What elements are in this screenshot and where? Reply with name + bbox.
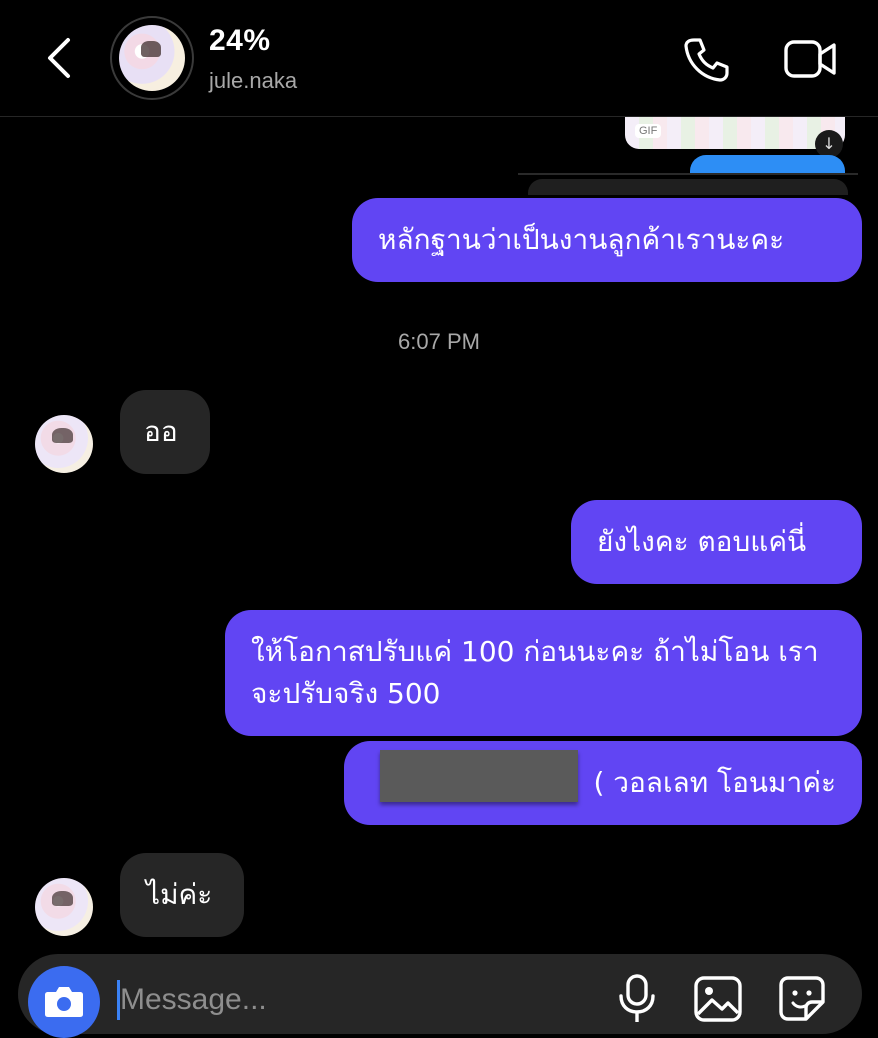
redaction-box [380,750,578,802]
mic-icon [619,974,655,1022]
video-icon [784,40,836,78]
download-icon[interactable]: ↓ [815,130,843,158]
reply-preview-partial [528,179,848,195]
message-bubble-outgoing[interactable]: ยังไงคะ ตอบแค่นี่ [571,500,862,584]
back-icon [48,38,70,78]
message-bubble-outgoing[interactable]: ให้โอกาสปรับแค่ 100 ก่อนนะคะ ถ้าไม่โอน เ… [225,610,862,736]
voice-message-button[interactable] [615,972,659,1024]
gallery-icon [694,976,742,1022]
sticker-button[interactable] [776,972,828,1024]
chat-title[interactable]: 24% [209,24,271,58]
divider [518,173,858,175]
message-input[interactable] [120,976,580,1024]
message-thread[interactable]: GIF ↓ หลักฐานว่าเป็นงานลูกค้าเรานะคะ 6:0… [0,117,878,952]
gallery-button[interactable] [692,972,744,1024]
video-call-button[interactable] [782,34,838,84]
sender-avatar[interactable] [35,878,93,936]
camera-button[interactable] [28,966,100,1038]
voice-call-button[interactable] [680,34,732,84]
message-bubble-incoming[interactable]: ออ [120,390,210,474]
message-timestamp: 6:07 PM [398,329,480,354]
chat-username[interactable]: jule.naka [209,68,297,94]
sticker-icon [779,976,825,1021]
message-bubble-outgoing[interactable]: หลักฐานว่าเป็นงานลูกค้าเรานะคะ [352,198,862,282]
chat-header: 24% jule.naka [0,0,878,117]
gif-badge: GIF [635,124,662,138]
previous-bubble-partial [690,155,845,175]
sender-avatar[interactable] [35,415,93,473]
message-bubble-incoming[interactable]: ไม่ค่ะ [120,853,244,937]
phone-icon [684,38,729,82]
profile-avatar[interactable] [110,16,194,100]
camera-icon [45,987,83,1017]
back-button[interactable] [38,34,82,82]
